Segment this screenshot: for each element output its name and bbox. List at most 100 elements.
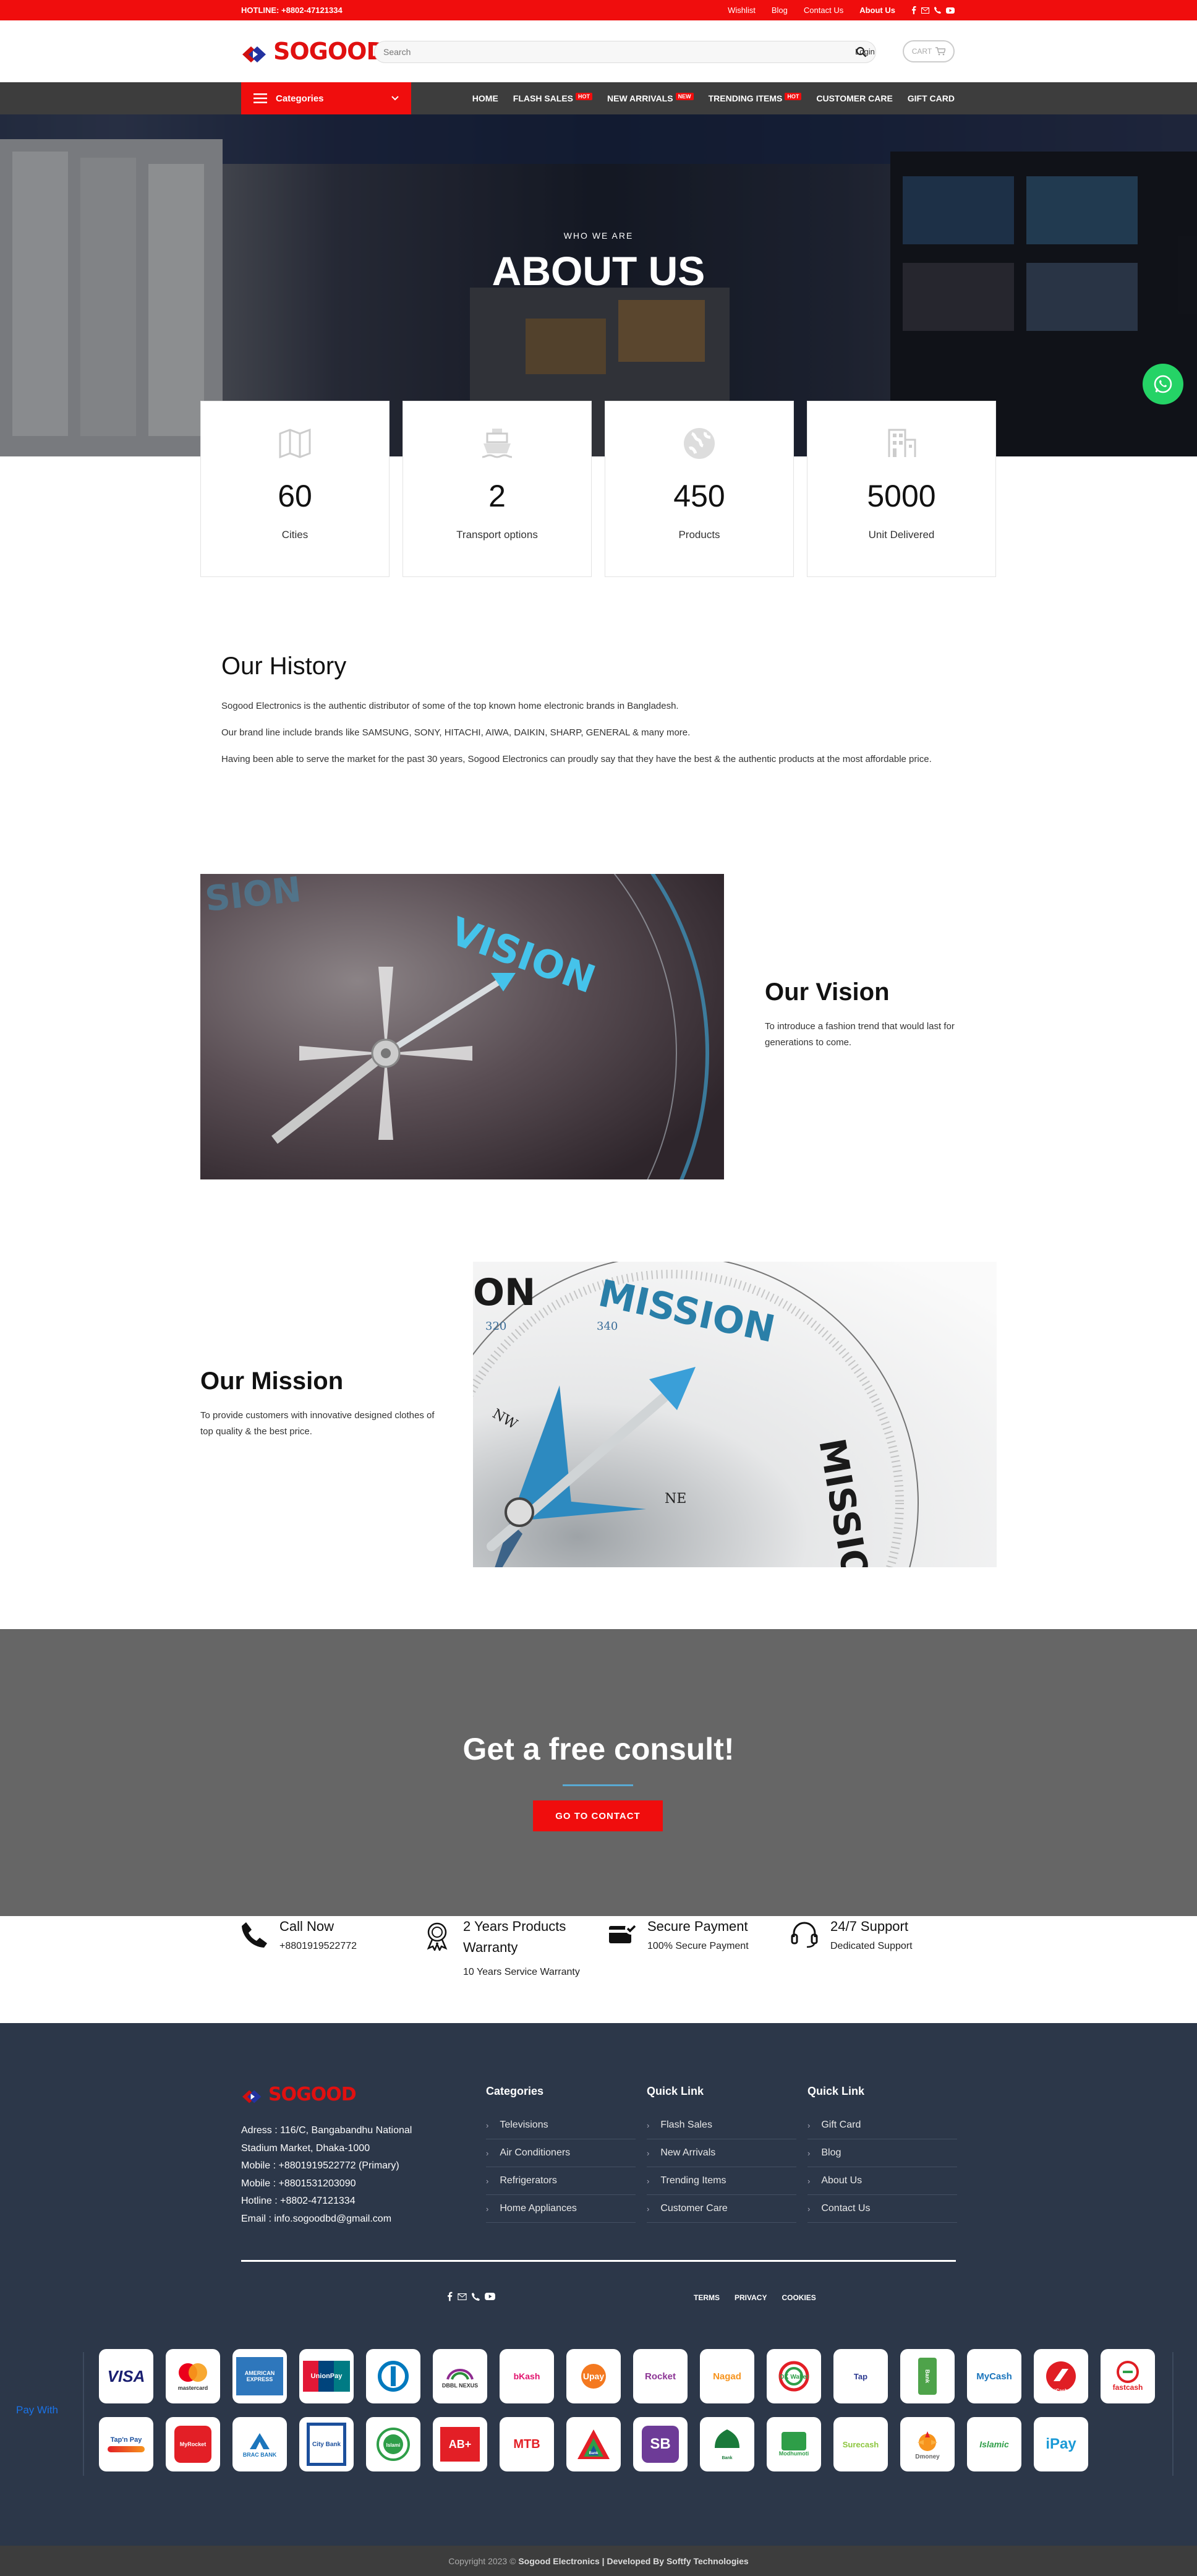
footer-link[interactable]: › Televisions <box>486 2112 636 2139</box>
footer-link[interactable]: › Air Conditioners <box>486 2139 636 2167</box>
history-paragraph: Having been able to serve the market for… <box>221 754 932 764</box>
nav-customer-care-label: CUSTOMER CARE <box>816 93 893 103</box>
footer-link-label: Air Conditioners <box>500 2147 571 2158</box>
footer-link[interactable]: › Flash Sales <box>647 2112 796 2139</box>
footer-col-title: Quick Link <box>647 2085 704 2097</box>
copyright-company[interactable]: Sogood Electronics <box>518 2556 599 2566</box>
footer-info-line: Mobile : +8801919522772 (Primary) <box>241 2160 399 2171</box>
nav-flash-sales[interactable]: FLASH SALES HOT <box>513 93 593 103</box>
bkash-icon: bKash <box>500 2349 554 2403</box>
footer-link[interactable]: › New Arrivals <box>647 2139 796 2167</box>
go-to-contact-button[interactable]: GO TO CONTACT <box>533 1800 663 1831</box>
wishlist-link[interactable]: Wishlist <box>728 6 756 15</box>
tapnpay-icon: Tap'n Pay <box>99 2417 153 2471</box>
cookies-link[interactable]: COOKIES <box>782 2293 816 2302</box>
vision-text: To introduce a fashion trend that would … <box>765 1021 955 1048</box>
mission-text-block: Our Mission To provide customers with in… <box>200 1367 435 1440</box>
feature-warranty: 2 Years Products Warranty 10 Years Servi… <box>424 1916 584 2022</box>
whatsapp-button[interactable] <box>1143 364 1183 404</box>
mail-icon[interactable] <box>458 2293 467 2300</box>
chevron-down-icon <box>391 96 399 101</box>
footer-link[interactable]: › Contact Us <box>807 2195 957 2223</box>
nav-trending-items[interactable]: TRENDING ITEMS HOT <box>709 93 802 103</box>
nav-gift-card[interactable]: GIFT CARD <box>908 93 955 103</box>
nav-home[interactable]: HOME <box>472 93 498 103</box>
mail-icon[interactable] <box>921 7 929 14</box>
visa-icon: VISA <box>99 2349 153 2403</box>
bank-triangle-icon: Bank <box>566 2417 621 2471</box>
footer-link[interactable]: › Blog <box>807 2139 957 2167</box>
chevron-right-icon: › <box>807 2176 811 2186</box>
footer-link-label: Refrigerators <box>500 2175 557 2186</box>
footer-logo[interactable]: SOGOOD <box>241 2084 357 2105</box>
phone-small-icon[interactable] <box>472 2292 480 2301</box>
footer-link-label: Contact Us <box>821 2203 871 2214</box>
diners-icon <box>366 2349 420 2403</box>
nav-customer-care[interactable]: CUSTOMER CARE <box>816 93 892 103</box>
copyright-developer[interactable]: Developed By Softfy Technologies <box>607 2556 748 2566</box>
footer-link[interactable]: › Trending Items <box>647 2167 796 2195</box>
youtube-icon[interactable] <box>485 2293 495 2300</box>
chevron-right-icon: › <box>486 2120 489 2130</box>
consult-divider <box>563 1784 633 1786</box>
contact-us-link[interactable]: Contact Us <box>804 6 843 15</box>
svg-text:Bank: Bank <box>722 2456 732 2460</box>
login-link[interactable]: Login <box>855 47 875 56</box>
copyright-separator: | <box>602 2556 605 2566</box>
page-title: ABOUT US <box>492 248 705 294</box>
footer-link[interactable]: › Gift Card <box>807 2112 957 2139</box>
terms-link[interactable]: TERMS <box>694 2293 720 2302</box>
search-bar[interactable] <box>374 41 876 63</box>
svg-text:Upay: Upay <box>583 2371 604 2381</box>
stat-label: Transport options <box>456 529 538 541</box>
stat-value: 60 <box>278 479 312 513</box>
nav-home-label: HOME <box>472 93 498 103</box>
cart-button[interactable]: CART <box>903 40 955 62</box>
feature-title: Call Now <box>279 1919 334 1934</box>
about-us-link[interactable]: About Us <box>859 6 895 15</box>
facebook-icon[interactable] <box>447 2291 453 2301</box>
categories-button[interactable]: Categories <box>241 82 411 114</box>
cart-label: CART <box>911 47 932 56</box>
phone-small-icon[interactable] <box>934 7 941 14</box>
footer-link-label: Gift Card <box>821 2120 861 2130</box>
chevron-right-icon: › <box>647 2148 650 2158</box>
ab-bank-icon: AB+ <box>433 2417 487 2471</box>
footer-link[interactable]: › Refrigerators <box>486 2167 636 2195</box>
chevron-right-icon: › <box>647 2120 650 2130</box>
pay-divider-left <box>83 2352 84 2476</box>
privacy-link[interactable]: PRIVACY <box>735 2293 767 2302</box>
pay-with-label: Pay With <box>16 2404 59 2416</box>
islamic-icon: Islamic <box>967 2417 1021 2471</box>
hotline: HOTLINE: +8802-47121334 <box>241 6 343 15</box>
youtube-icon[interactable] <box>946 7 955 14</box>
facebook-icon[interactable] <box>911 6 916 14</box>
building-icon <box>807 425 995 466</box>
footer-social <box>447 2291 495 2301</box>
footer: SOGOOD Adress : 116/C, Bangabandhu Natio… <box>0 2023 1197 2546</box>
mission-title: Our Mission <box>200 1367 344 1395</box>
vision-title: Our Vision <box>765 978 890 1006</box>
footer-link[interactable]: › Customer Care <box>647 2195 796 2223</box>
footer-link-label: Flash Sales <box>660 2120 712 2130</box>
blog-link[interactable]: Blog <box>772 6 788 15</box>
nav-new-arrivals[interactable]: NEW ARRIVALS NEW <box>607 93 694 103</box>
globe-icon <box>605 425 793 466</box>
chevron-right-icon: › <box>486 2176 489 2186</box>
chevron-right-icon: › <box>807 2204 811 2214</box>
mission-image: MISSION MISSIO ON 320 340 NW NE <box>473 1262 997 1567</box>
site-logo[interactable]: SOGOOD <box>241 38 386 65</box>
consult-section: Get a free consult! GO TO CONTACT <box>0 1629 1197 1916</box>
footer-link[interactable]: › Home Appliances <box>486 2195 636 2223</box>
svg-text:mastercard: mastercard <box>178 2385 208 2391</box>
search-input[interactable] <box>383 47 856 57</box>
top-bar: HOTLINE: +8802-47121334 Wishlist Blog Co… <box>0 0 1197 20</box>
tap-icon: Tap <box>833 2349 888 2403</box>
city-bank-icon: City Bank <box>299 2417 354 2471</box>
new-badge: NEW <box>675 93 694 100</box>
bank-app-icon: Bank <box>900 2349 955 2403</box>
top-links: Wishlist Blog Contact Us About Us <box>728 6 955 15</box>
footer-link[interactable]: › About Us <box>807 2167 957 2195</box>
footer-link-label: Blog <box>821 2147 841 2158</box>
cart-icon <box>935 47 946 56</box>
